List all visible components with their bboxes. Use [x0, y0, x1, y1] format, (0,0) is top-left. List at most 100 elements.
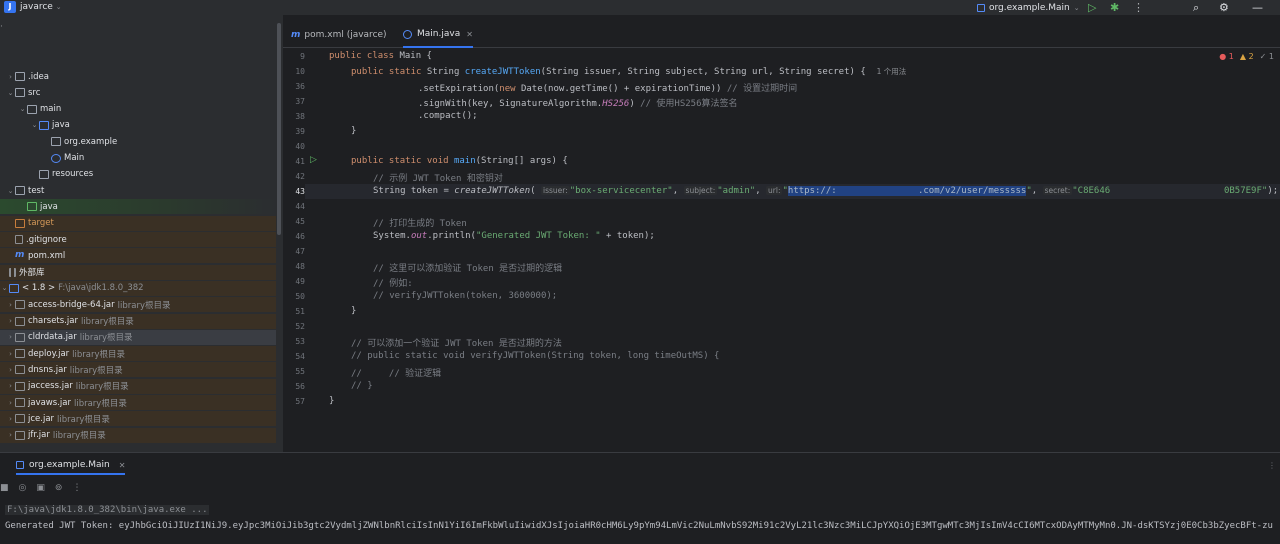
run-toolbar: ■ ◎ ▣ ⊚ ⋮: [0, 483, 81, 493]
tree-item-label: 外部库: [19, 268, 45, 279]
tree-item-label: jaccess.jar: [28, 381, 73, 392]
tree-item[interactable]: › .idea: [0, 69, 276, 84]
line-number: 41: [295, 157, 305, 166]
tree-item-label: jce.jar: [28, 413, 55, 424]
code-token: }: [329, 396, 335, 406]
code-line-46: System.out.println("Generated JWT Token:…: [373, 231, 655, 241]
tree-item[interactable]: Main: [0, 151, 276, 166]
tree-item[interactable]: ⌄ main: [0, 102, 276, 117]
tree-item[interactable]: › javaws.jar library根目录: [0, 395, 276, 410]
tree-item[interactable]: › deploy.jar library根目录: [0, 346, 276, 362]
tree-item[interactable]: › jaccess.jar library根目录: [0, 378, 276, 394]
run-config-selector[interactable]: org.example.Main ⌄: [977, 1, 1080, 14]
run-tab[interactable]: org.example.Main ✕: [16, 457, 126, 475]
tree-item[interactable]: › jfr.jar library根目录: [0, 427, 276, 443]
close-icon[interactable]: ✕: [466, 30, 473, 39]
code-token: .signWith(key, SignatureAlgorithm.: [418, 99, 603, 109]
tree-item-label: deploy.jar: [28, 348, 70, 359]
line-number: 47: [295, 247, 305, 256]
camera-icon[interactable]: ◎: [19, 483, 27, 493]
tree-item[interactable]: › charsets.jar library根目录: [0, 313, 276, 329]
chevron-icon[interactable]: ›: [6, 399, 15, 407]
tree-item[interactable]: m pom.xml: [0, 248, 276, 264]
chevron-icon[interactable]: ⌄: [0, 284, 9, 292]
chevron-icon[interactable]: ⌄: [6, 89, 15, 97]
chevron-icon[interactable]: ›: [6, 301, 15, 309]
jar-icon: [15, 300, 25, 310]
warning-count: ▲ 2: [1239, 52, 1254, 61]
tree-item[interactable]: ⌄ < 1.8 > F:\java\jdk1.8.0_382: [0, 280, 276, 296]
tree-item-label: src: [28, 87, 41, 98]
code-token: createJWTToken: [464, 67, 541, 77]
line-number: 38: [295, 112, 305, 121]
file-icon: [15, 235, 23, 244]
tree-item-path: library根目录: [80, 317, 134, 327]
tree-item-path: library根目录: [57, 414, 110, 425]
java-class-icon: [51, 153, 61, 163]
tree-item[interactable]: › jce.jar library根目录: [0, 411, 276, 427]
minimize-icon[interactable]: —: [1252, 0, 1263, 15]
chevron-icon[interactable]: ›: [6, 333, 15, 341]
code-line-9: public class Main {: [329, 51, 432, 61]
tab-main-java[interactable]: Main.java ✕: [403, 22, 473, 48]
project-switcher[interactable]: javarce ⌄: [20, 2, 62, 12]
app-logo-icon: J: [4, 1, 16, 13]
selected-text[interactable]: https://: .com/v2/user/messsss: [787, 186, 1027, 196]
usages-hint[interactable]: 1 个用法: [877, 67, 907, 76]
chevron-icon[interactable]: ⌄: [18, 105, 27, 113]
tree-item[interactable]: ⌄ java: [0, 118, 276, 133]
code-line-36: .setExpiration(new Date(now.getTime() + …: [418, 81, 797, 94]
tree-item[interactable]: org.example: [0, 134, 276, 149]
code-line-39: }: [351, 126, 356, 136]
chevron-icon[interactable]: ›: [6, 350, 15, 358]
code-line-50: // verifyJWTToken(token, 3600000);: [373, 291, 557, 301]
stop-icon[interactable]: ■: [0, 483, 9, 493]
tree-item[interactable]: target: [0, 215, 276, 231]
tree-item[interactable]: › cldrdata.jar library根目录: [0, 329, 276, 345]
more-icon[interactable]: ⋮: [1133, 0, 1144, 15]
chevron-icon[interactable]: ›: [6, 382, 15, 390]
tree-item[interactable]: › access-bridge-64.jar library根目录: [0, 297, 276, 313]
line-number: 10: [295, 67, 305, 76]
debug-icon[interactable]: ✱: [1110, 0, 1119, 15]
code-editor[interactable]: ● 1 ▲ 2 ✓ 1 9 10 36 37 38 39 40 41 42 43 44 45 46 47 4…: [283, 48, 1280, 452]
chevron-down-icon: ⌄: [1073, 3, 1080, 12]
line-number: 36: [295, 82, 305, 91]
gear-icon[interactable]: ⚙: [1219, 0, 1229, 15]
pin-icon[interactable]: ⊚: [55, 483, 63, 493]
line-number: 51: [295, 307, 305, 316]
tree-item[interactable]: java: [0, 199, 276, 215]
code-token: HS256: [602, 99, 630, 109]
run-main-icon[interactable]: ▷: [310, 155, 317, 165]
close-icon[interactable]: ✕: [119, 461, 126, 470]
chevron-icon[interactable]: ›: [6, 317, 15, 325]
tree-item[interactable]: resources: [0, 167, 276, 182]
folder-icon: [27, 104, 37, 114]
tree-item[interactable]: .gitignore: [0, 232, 276, 247]
code-token: .setExpiration(: [418, 84, 500, 94]
more-icon[interactable]: ⋮: [72, 483, 81, 493]
tree-item[interactable]: › dnsns.jar library根目录: [0, 362, 276, 378]
tree-item[interactable]: ⌄ src: [0, 85, 276, 100]
layout-icon[interactable]: ▣: [36, 483, 45, 493]
run-icon[interactable]: ▷: [1088, 0, 1096, 15]
code-line-56: // }: [351, 381, 373, 391]
inspection-widget[interactable]: ● 1 ▲ 2 ✓ 1: [1219, 52, 1274, 61]
chevron-icon[interactable]: ›: [6, 73, 15, 81]
chevron-icon[interactable]: ⌄: [6, 187, 15, 195]
code-comment: // verifyJWTToken(token, 3600000);: [373, 291, 558, 301]
tree-item[interactable]: ⌄ test: [0, 183, 276, 198]
line-number: 43: [295, 187, 305, 196]
chevron-icon[interactable]: ⌄: [30, 121, 39, 129]
tree-item-label: < 1.8 >: [22, 283, 56, 294]
run-config-label: org.example.Main: [989, 2, 1070, 13]
code-line-49: // 例如:: [373, 276, 413, 289]
chevron-icon[interactable]: ›: [6, 415, 15, 423]
tab-pom-xml[interactable]: m pom.xml (javarce): [291, 22, 387, 48]
code-line-51: }: [351, 306, 356, 316]
chevron-icon[interactable]: ›: [6, 431, 15, 439]
tree-item[interactable]: 外部库: [0, 264, 276, 280]
chevron-icon[interactable]: ›: [6, 366, 15, 374]
search-icon[interactable]: ⌕: [1193, 0, 1199, 15]
project-scrollbar[interactable]: [277, 23, 281, 235]
